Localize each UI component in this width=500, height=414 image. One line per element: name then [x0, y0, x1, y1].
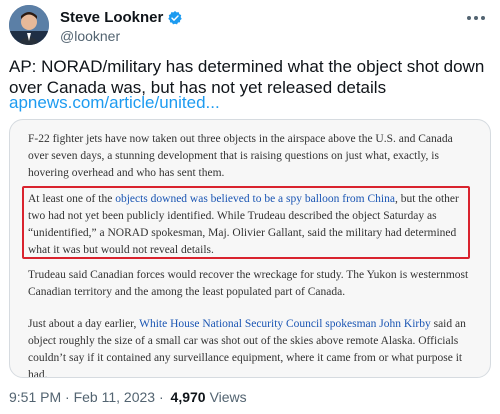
tweet-date[interactable]: Feb 11, 2023 [74, 389, 155, 405]
red-highlight-box [22, 186, 470, 259]
verified-badge-icon [167, 10, 183, 26]
tweet-meta: 9:51 PM · Feb 11, 2023 · 4,970 Views [9, 389, 247, 405]
article-paragraph-1: F-22 fighter jets have now taken out thr… [28, 133, 453, 179]
tweet-time[interactable]: 9:51 PM [9, 389, 61, 405]
article-paragraph-4: Just about a day earlier, White House Na… [28, 316, 470, 377]
john-kirby-link[interactable]: White House National Security Council sp… [139, 318, 431, 330]
views-label: Views [209, 389, 247, 405]
author-name[interactable]: Steve Lookner [60, 9, 163, 26]
author-name-row[interactable]: Steve Lookner [60, 9, 183, 26]
tweet-link[interactable]: apnews.com/article/united... [9, 92, 220, 113]
meta-separator-2: · [155, 389, 168, 405]
views-count: 4,970 [170, 389, 206, 405]
article-paragraph-3: Trudeau said Canadian forces would recov… [28, 269, 469, 298]
meta-separator: · [61, 389, 74, 405]
article-screenshot-card: F-22 fighter jets have now taken out thr… [9, 119, 491, 378]
more-options-icon[interactable] [465, 10, 487, 26]
avatar[interactable] [9, 5, 49, 45]
article-paragraph-4-start: Just about a day earlier, [28, 318, 140, 330]
author-handle[interactable]: @lookner [60, 28, 120, 44]
